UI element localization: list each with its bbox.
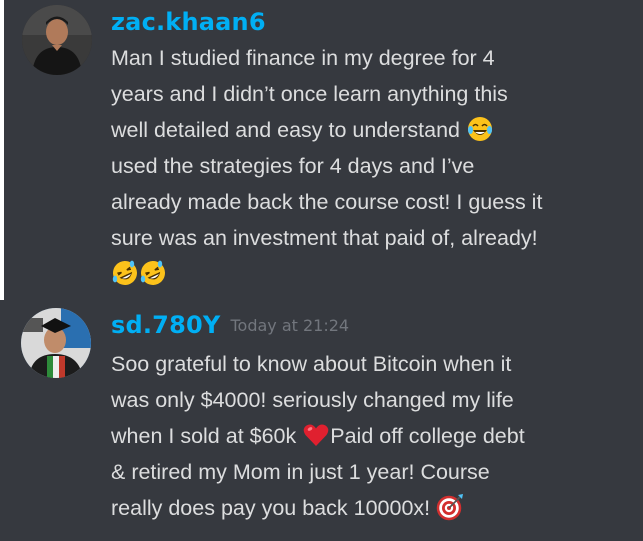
message-line: & retired my Mom in just 1 year! Course: [111, 460, 490, 484]
avatar-photo: [21, 308, 91, 378]
avatar[interactable]: [21, 308, 91, 378]
message-line-with-emoji: when I sold at $60k Paid off college deb…: [111, 418, 631, 454]
message-text: when I sold at $60k: [111, 424, 297, 448]
message-timestamp[interactable]: Today at 21:24: [230, 316, 349, 335]
red-heart-icon: [302, 421, 330, 449]
message-content: Man I studied finance in my degree for 4…: [111, 40, 631, 292]
message-line: was only $4000! seriously changed my lif…: [111, 388, 514, 412]
message-content: Soo grateful to know about Bitcoin when …: [111, 346, 631, 526]
message-line: Soo grateful to know about Bitcoin when …: [111, 352, 512, 376]
rolling-on-floor-laughing-icon: [139, 259, 167, 287]
message-line: used the strategies for 4 days and I’ve: [111, 154, 475, 178]
direct-hit-icon: [436, 493, 464, 521]
username[interactable]: sd.780Y: [111, 311, 220, 339]
message-line-with-emoji: well detailed and easy to understand: [111, 112, 631, 148]
message-line-with-emoji: really does pay you back 10000x!: [111, 490, 631, 526]
avatar-photo: [22, 5, 92, 75]
message-text: well detailed and easy to understand: [111, 118, 461, 142]
message-header: sd.780Y Today at 21:24: [111, 311, 349, 339]
message-text: Paid off college debt: [330, 424, 525, 448]
chat-messages: zac.khaan6 Man I studied finance in my d…: [0, 0, 643, 541]
rolling-on-floor-laughing-icon: [111, 259, 139, 287]
message-line: already made back the course cost! I gue…: [111, 190, 543, 214]
message-header: zac.khaan6: [111, 8, 266, 36]
message-text: really does pay you back 10000x!: [111, 496, 431, 520]
message-line: sure was an investment that paid of, alr…: [111, 226, 538, 250]
emoji-line: [111, 256, 631, 292]
avatar[interactable]: [22, 5, 92, 75]
message-line: years and I didn’t once learn anything t…: [111, 82, 508, 106]
message-item: sd.780Y Today at 21:24 Soo grateful to kn…: [0, 300, 643, 541]
face-with-tears-of-joy-icon: [466, 115, 494, 143]
message-item: zac.khaan6 Man I studied finance in my d…: [0, 0, 643, 300]
username[interactable]: zac.khaan6: [111, 8, 266, 36]
message-line: Man I studied finance in my degree for 4: [111, 46, 495, 70]
